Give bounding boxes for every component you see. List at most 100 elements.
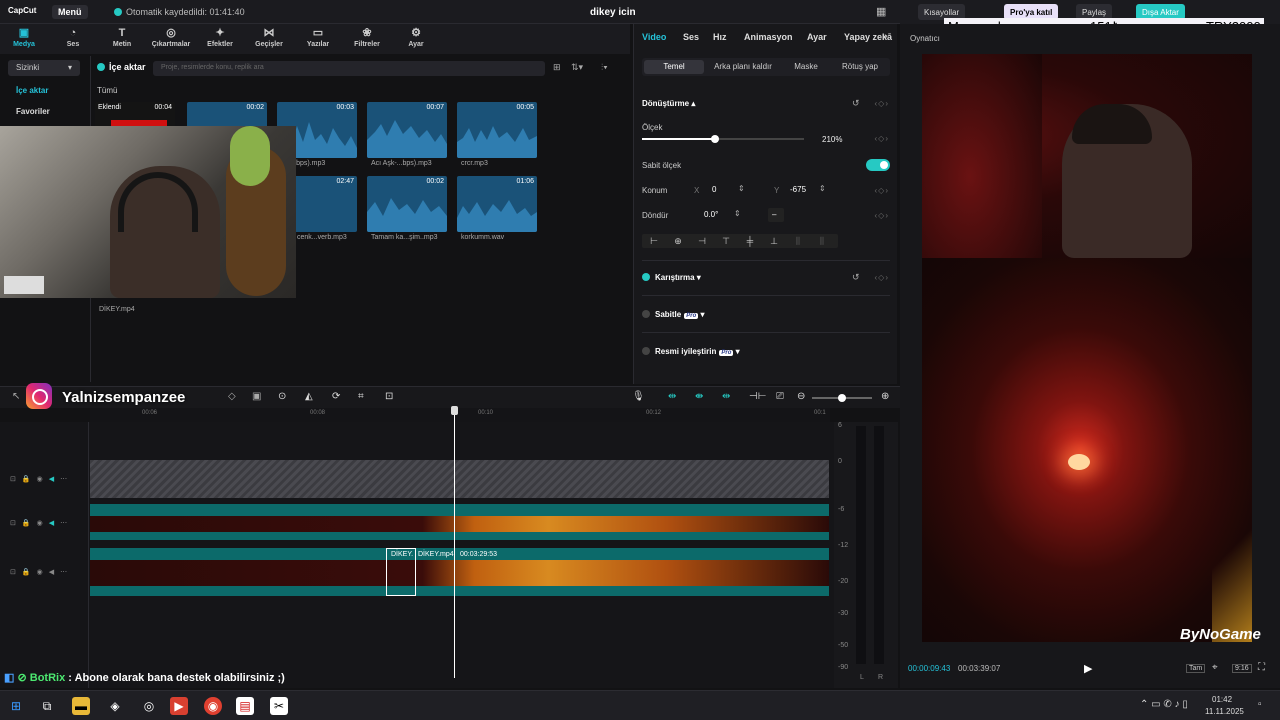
rotate-input[interactable]: 0.0° [700, 208, 734, 222]
windows-start-icon[interactable]: ⊞ [7, 697, 25, 715]
stabilize-checkbox[interactable] [642, 310, 650, 318]
tab-animation[interactable]: Animasyon [744, 32, 793, 42]
tool-tab-1[interactable]: ◔ Ses [50, 24, 96, 54]
tool-tab-6[interactable]: ▭ Yazılar [295, 24, 341, 54]
tab-video[interactable]: Video [642, 32, 666, 42]
tab-audio[interactable]: Ses [683, 32, 699, 42]
full-quality-button[interactable]: Tam [1186, 664, 1206, 673]
snap-icon[interactable]: ⇹ [722, 391, 730, 402]
fullscreen-icon[interactable]: ⛶ [1258, 662, 1265, 673]
magnet-icon[interactable]: ⇼ [695, 391, 703, 402]
zoom-slider-handle[interactable] [838, 394, 846, 402]
search-input[interactable]: Proje, resimlerde konu, replik ara [153, 61, 545, 76]
align-right-icon[interactable]: ⊣ [690, 236, 714, 247]
scale-slider[interactable] [642, 135, 804, 143]
file-explorer-icon[interactable]: ▬ [72, 697, 90, 715]
cursor-icon[interactable]: ↖ [12, 391, 20, 402]
filter-icon[interactable]: ⫶▾ [601, 62, 608, 73]
ai-tool-icon[interactable]: ⊡ [385, 391, 393, 402]
layout-icon[interactable]: ▦ [876, 5, 886, 18]
scale-slider-handle[interactable] [710, 135, 719, 143]
link-icon[interactable]: ⇹ [668, 391, 676, 402]
video-preview[interactable] [922, 54, 1252, 642]
microphone-icon[interactable]: 🎙 [632, 391, 645, 402]
tool-tab-4[interactable]: ✦ Efektler [197, 24, 243, 54]
subtab-retouch[interactable]: Rötuş yap [834, 60, 886, 74]
shield-icon[interactable]: ◇ [228, 391, 236, 402]
chrome-icon[interactable]: ◉ [204, 697, 222, 715]
subtab-mask[interactable]: Maske [782, 60, 830, 74]
zoom-slider[interactable] [812, 394, 872, 402]
timeline-ruler[interactable]: 00:06 00:08 00:10 00:12 00:1 [90, 408, 830, 422]
playhead-handle[interactable] [451, 406, 458, 415]
track-controls[interactable]: ⊡🔒◉◀⋯ [10, 519, 73, 527]
distribute-v-icon[interactable]: ⫼ [810, 236, 834, 247]
zoom-icon[interactable]: ⌖ [1212, 662, 1218, 673]
align-bottom-icon[interactable]: ⊥ [762, 236, 786, 247]
keyframe-icon[interactable]: ‹◇› [875, 99, 889, 108]
app-icon[interactable]: ▶ [170, 697, 188, 715]
stabilize-header[interactable]: Sabitle Pro ▾ [655, 310, 705, 319]
app-icon[interactable]: ◈ [106, 697, 124, 715]
enhance-header[interactable]: Resmi iyileştirin Pro ▾ [655, 347, 740, 356]
ratio-button[interactable]: 9:16 [1232, 664, 1252, 673]
media-tile[interactable]: 00:02 [367, 176, 447, 232]
stepper-icon[interactable]: ⇕ [738, 184, 745, 193]
sort-icon[interactable]: ⇅▾ [571, 62, 583, 73]
tool-tab-2[interactable]: T Metin [99, 24, 145, 54]
keyframe-icon[interactable]: ‹◇› [875, 186, 889, 195]
mirror-icon[interactable]: ◭ [305, 391, 313, 402]
track-controls[interactable]: ⊡🔒◉◀⋯ [10, 568, 73, 576]
tool-tab-0[interactable]: ▣ Medya [1, 24, 47, 54]
split-icon[interactable]: ⊣⊢ [749, 391, 766, 402]
view-toggle-icon[interactable]: ⊞ [553, 62, 561, 73]
distribute-h-icon[interactable]: ⫼ [786, 236, 810, 247]
play-circle-icon[interactable]: ⊙ [278, 391, 286, 402]
video-clip[interactable] [90, 560, 829, 586]
timeline-track-hatched[interactable] [90, 460, 829, 498]
app-icon[interactable]: ◎ [140, 697, 158, 715]
playhead[interactable] [454, 410, 455, 678]
keyframe-icon[interactable]: ‹◇› [875, 134, 889, 143]
menu-button[interactable]: Menü [52, 5, 88, 19]
media-source-select[interactable]: Sizinki ▾ [8, 60, 80, 76]
tab-adjust[interactable]: Ayar [807, 32, 827, 42]
enhance-checkbox[interactable] [642, 347, 650, 355]
zoom-in-icon[interactable]: ⊕ [881, 391, 889, 402]
video-clip[interactable] [90, 516, 829, 532]
tool-tab-8[interactable]: ⚙ Ayar [393, 24, 439, 54]
uniform-scale-toggle[interactable] [866, 159, 890, 171]
keyframe-icon[interactable]: ‹◇› [875, 211, 889, 220]
blend-checkbox[interactable] [642, 273, 650, 281]
subtab-remove-bg[interactable]: Arka planı kaldır [706, 60, 780, 74]
pdf-icon[interactable]: ▤ [236, 697, 254, 715]
rotate-icon[interactable]: ⟳ [332, 391, 340, 402]
freeze-icon[interactable]: ▣ [252, 391, 261, 402]
align-middle-icon[interactable]: ╪ [738, 236, 762, 246]
crop-icon[interactable]: ⌗ [358, 391, 364, 402]
subtab-basic[interactable]: Temel [644, 60, 704, 74]
tool-tab-7[interactable]: ❀ Filtreler [344, 24, 390, 54]
reset-icon[interactable]: ↺ [852, 272, 860, 283]
zoom-out-icon[interactable]: ⊖ [797, 391, 805, 402]
nav-import[interactable]: İçe aktar [16, 86, 48, 95]
stepper-icon[interactable]: ⇕ [819, 184, 826, 193]
track-controls[interactable]: ⊡🔒◉◀⋯ [10, 475, 73, 483]
play-icon[interactable]: ▶ [1084, 662, 1092, 675]
more-tabs-icon[interactable]: » [882, 31, 888, 42]
notification-icon[interactable]: ▫ [1258, 699, 1262, 710]
align-center-icon[interactable]: ⊕ [666, 236, 690, 247]
rotate-extra[interactable]: – [768, 208, 784, 222]
keyframe-icon[interactable]: ‹◇› [875, 273, 889, 282]
blend-header[interactable]: Karıştırma ▾ [655, 273, 701, 282]
scale-value[interactable]: 210% [818, 133, 846, 147]
tool-tab-5[interactable]: ⋈ Geçişler [246, 24, 292, 54]
tool-tab-3[interactable]: ◎ Çıkartmalar [148, 24, 194, 54]
nav-favorites[interactable]: Favoriler [16, 107, 50, 116]
reset-icon[interactable]: ↺ [852, 98, 860, 109]
align-top-icon[interactable]: ⊤ [714, 236, 738, 247]
preview-icon[interactable]: ⎚ [776, 391, 784, 402]
clip-header[interactable] [90, 504, 829, 516]
media-tile[interactable]: 01:06 [457, 176, 537, 232]
selected-clip[interactable]: DİKEY. [386, 548, 416, 596]
